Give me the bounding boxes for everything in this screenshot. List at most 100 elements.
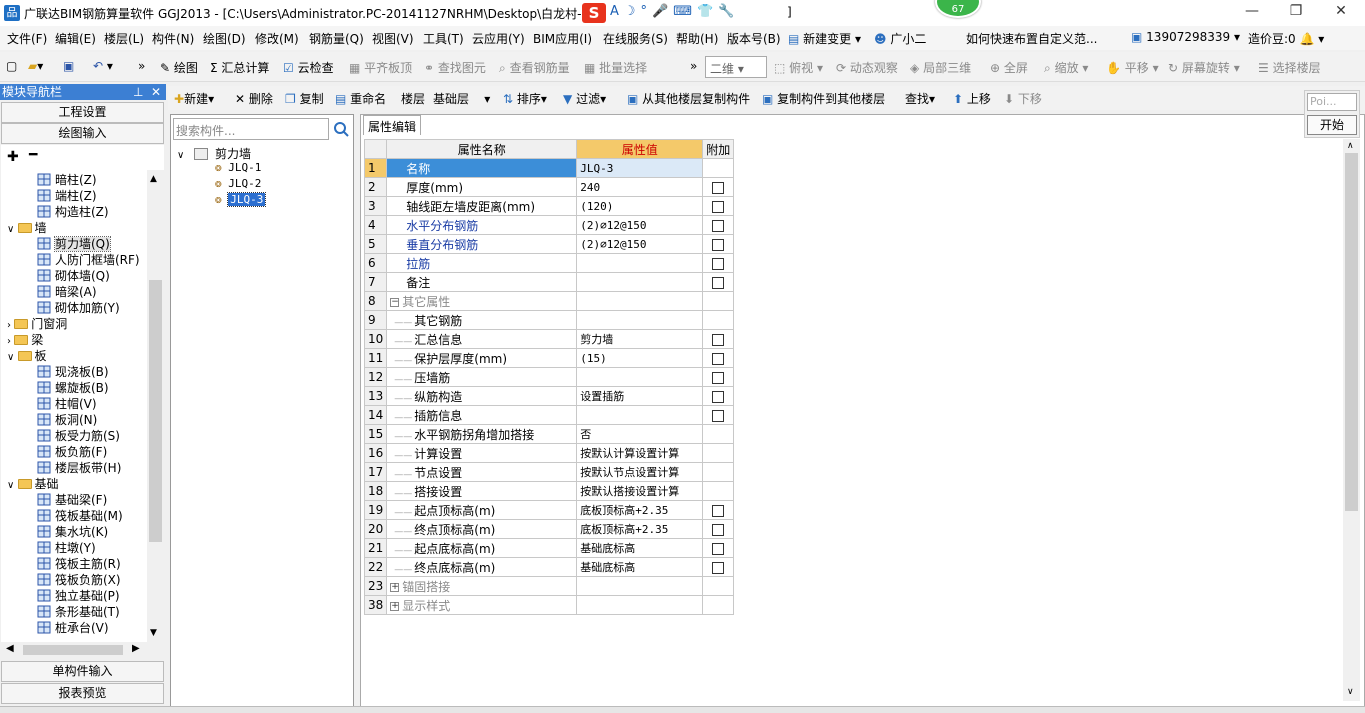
property-value[interactable]: (2)⌀12@150 <box>576 234 704 254</box>
property-row[interactable]: 3 轴线距左墙皮距离(mm) (120) <box>363 196 735 216</box>
extra-checkbox[interactable] <box>712 371 725 384</box>
expand-all-icon[interactable]: ✚ <box>7 149 19 165</box>
property-row[interactable]: 15 —— 水平钢筋拐角增加搭接否 <box>363 424 735 444</box>
nav-tree-item[interactable]: 现浇板(B) <box>37 364 109 380</box>
nav-tree-item[interactable]: 暗柱(Z) <box>37 172 97 188</box>
property-row[interactable]: 11 —— 保护层厚度(mm) (15) <box>363 348 735 368</box>
nav-tree-item[interactable]: 条形基础(T) <box>37 604 120 620</box>
maximize-button[interactable]: ❐ <box>1281 3 1311 19</box>
property-row[interactable]: 16 —— 计算设置 按默认计算设置计算 <box>363 443 735 463</box>
property-row[interactable]: 19 —— 起点顶标高(m) 底板顶标高+2.35 <box>363 500 735 520</box>
chevron-down-icon[interactable]: ∨ <box>7 352 18 363</box>
menu-online[interactable]: 在线服务(S) <box>603 30 668 47</box>
cost-beans[interactable]: 造价豆:0 🔔 ▾ <box>1248 30 1324 47</box>
project-settings-button[interactable]: 工程设置 <box>1 102 164 123</box>
nav-tree-item[interactable]: 楼层板带(H) <box>37 460 121 476</box>
copy-to-floor-button[interactable]: ▣ 复制构件到其他楼层 <box>762 90 885 107</box>
component-item[interactable]: ❂ JLQ-1 <box>215 161 261 174</box>
extra-checkbox[interactable] <box>712 181 725 194</box>
extra-checkbox[interactable] <box>712 276 725 289</box>
chevron-right-icon[interactable]: › <box>7 336 14 347</box>
property-extra[interactable] <box>702 329 735 349</box>
property-value[interactable]: 设置插筋 <box>576 386 704 406</box>
chevron-down-icon[interactable]: ∨ <box>7 224 18 235</box>
find-element-button[interactable]: ⚭ 查找图元 <box>424 59 486 76</box>
nav-tree-item[interactable]: 桩承台(V) <box>37 620 109 636</box>
property-row[interactable]: 2 厚度(mm) 240 <box>363 177 735 197</box>
property-row[interactable]: 21 —— 起点底标高(m) 基础底标高 <box>363 538 735 558</box>
nav-tree-item[interactable]: 砌体加筋(Y) <box>37 300 120 316</box>
property-value[interactable] <box>576 595 704 615</box>
property-row[interactable]: 5 垂直分布钢筋 (2)⌀12@150 <box>363 234 735 254</box>
expand-icon[interactable]: + <box>390 601 400 611</box>
chevron-down-icon[interactable]: ∨ <box>177 150 184 161</box>
property-value[interactable] <box>576 576 704 596</box>
property-value[interactable]: JLQ-3 <box>576 158 704 178</box>
poi-input[interactable]: Poi... <box>1307 93 1357 111</box>
nav-folder[interactable]: ∨ 板 <box>7 348 47 364</box>
menu-modify[interactable]: 修改(M) <box>255 30 299 47</box>
sum-calc-button[interactable]: Σ 汇总计算 <box>210 59 269 76</box>
batch-select-button[interactable]: ▦ 批量选择 <box>584 59 647 76</box>
component-item-selected[interactable]: ❂ JLQ-3 <box>215 192 267 207</box>
property-row[interactable]: 18 —— 搭接设置 按默认搭接设置计算 <box>363 481 735 501</box>
new-component-button[interactable]: ✚新建▾ <box>174 90 214 107</box>
delete-button[interactable]: ✕ 删除 <box>235 90 273 107</box>
extra-checkbox[interactable] <box>712 561 725 574</box>
menu-help[interactable]: 帮助(H) <box>676 30 718 47</box>
filter-button[interactable]: ▼ 过滤▾ <box>563 90 606 107</box>
nav-folder[interactable]: › 门窗洞 <box>7 316 67 332</box>
nav-tree-item[interactable]: 板洞(N) <box>37 412 97 428</box>
menu-rebar[interactable]: 钢筋量(Q) <box>309 30 364 47</box>
property-extra[interactable] <box>702 500 735 520</box>
extra-checkbox[interactable] <box>712 219 725 232</box>
rename-button[interactable]: ▤ 重命名 <box>335 90 386 107</box>
start-button[interactable]: 开始 <box>1307 115 1357 135</box>
cloud-check-button[interactable]: ☑ 云检查 <box>283 59 334 76</box>
property-row[interactable]: 12 —— 压墙筋 <box>363 367 735 387</box>
minimize-button[interactable]: — <box>1237 3 1267 19</box>
property-value[interactable]: 基础底标高 <box>576 538 704 558</box>
menu-tools[interactable]: 工具(T) <box>423 30 464 47</box>
property-value[interactable]: 按默认搭接设置计算 <box>576 481 704 501</box>
property-value[interactable] <box>576 310 704 330</box>
move-down-button[interactable]: ⬇ 下移 <box>1004 90 1042 107</box>
nav-scroll-thumb[interactable] <box>149 280 162 542</box>
nav-hscroll-thumb[interactable] <box>23 645 123 655</box>
view-rebar-button[interactable]: ⌕ 查看钢筋量 <box>499 59 570 76</box>
property-row[interactable]: 38 + 显示样式 <box>363 595 735 615</box>
user-account[interactable]: ▣ 13907298339 ▾ <box>1131 30 1240 44</box>
nav-tree-item[interactable]: 基础梁(F) <box>37 492 107 508</box>
chevron-right-icon[interactable]: › <box>7 320 14 331</box>
scroll-left-icon[interactable]: ◀ <box>6 643 14 654</box>
property-extra[interactable] <box>702 538 735 558</box>
menu-version[interactable]: 版本号(B) <box>727 30 781 47</box>
open-folder-icon[interactable]: ▰▾ <box>28 59 43 73</box>
extra-checkbox[interactable] <box>712 257 725 270</box>
property-extra[interactable] <box>702 519 735 539</box>
property-value[interactable]: 底板顶标高+2.35 <box>576 519 704 539</box>
scroll-right-icon[interactable]: ▶ <box>132 643 140 654</box>
property-value[interactable] <box>576 405 704 425</box>
nav-horizontal-scrollbar[interactable]: ◀ ▶ <box>1 642 164 658</box>
search-icon[interactable] <box>331 118 351 140</box>
local-3d-button[interactable]: ◈ 局部三维 <box>910 59 971 76</box>
property-row[interactable]: 4 水平分布钢筋 (2)⌀12@150 <box>363 215 735 235</box>
property-extra[interactable] <box>702 386 735 406</box>
property-row[interactable]: 10 —— 汇总信息 剪力墙 <box>363 329 735 349</box>
nav-tree-item[interactable]: 集水坑(K) <box>37 524 108 540</box>
property-extra[interactable] <box>702 177 735 197</box>
property-scrollbar[interactable]: ∧ ∨ <box>1343 139 1360 701</box>
extra-checkbox[interactable] <box>712 409 725 422</box>
property-row[interactable]: 7 备注 <box>363 272 735 292</box>
extra-checkbox[interactable] <box>712 390 725 403</box>
property-row[interactable]: 1 名称 JLQ-3 <box>363 158 735 178</box>
nav-close-icon[interactable]: ✕ <box>151 84 161 100</box>
property-row[interactable]: 14 —— 插筋信息 <box>363 405 735 425</box>
copy-button[interactable]: ❐ 复制 <box>285 90 324 107</box>
menu-floor[interactable]: 楼层(L) <box>104 30 144 47</box>
extra-checkbox[interactable] <box>712 523 725 536</box>
property-value[interactable] <box>576 367 704 387</box>
property-row[interactable]: 13 —— 纵筋构造 设置插筋 <box>363 386 735 406</box>
property-extra[interactable] <box>702 367 735 387</box>
